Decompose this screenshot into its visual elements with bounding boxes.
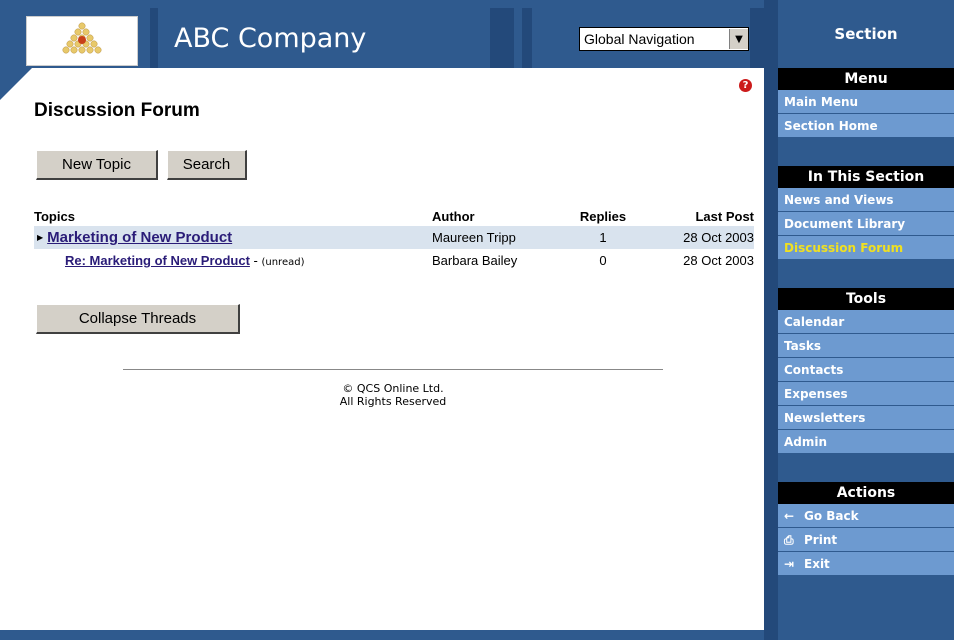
sidebar-heading-in-this-section: In This Section bbox=[778, 166, 954, 188]
reply-link[interactable]: Re: Marketing of New Product bbox=[65, 253, 250, 268]
sidebar-item-section-home[interactable]: Section Home bbox=[778, 114, 954, 138]
sidebar-item-admin[interactable]: Admin bbox=[778, 430, 954, 454]
sidebar-item-newsletters[interactable]: Newsletters bbox=[778, 406, 954, 430]
table-row: ▶ Marketing of New Product Maureen Tripp … bbox=[34, 226, 754, 249]
sidebar-item-news-and-views[interactable]: News and Views bbox=[778, 188, 954, 212]
header-stripe bbox=[750, 8, 764, 68]
honeycomb-logo-icon bbox=[62, 22, 102, 54]
column-header-last-post: Last Post bbox=[695, 208, 754, 224]
column-header-author: Author bbox=[432, 208, 475, 224]
exit-label: Exit bbox=[804, 557, 830, 571]
company-logo[interactable] bbox=[26, 16, 138, 66]
search-button[interactable]: Search bbox=[167, 150, 247, 180]
sidebar-heading-tools: Tools bbox=[778, 288, 954, 310]
rights-line: All Rights Reserved bbox=[339, 395, 447, 408]
header-stripe bbox=[150, 8, 158, 68]
print-label: Print bbox=[804, 533, 838, 547]
global-navigation-value: Global Navigation bbox=[584, 31, 695, 47]
sidebar-item-calendar[interactable]: Calendar bbox=[778, 310, 954, 334]
company-title: ABC Company bbox=[174, 23, 367, 54]
sidebar-item-main-menu[interactable]: Main Menu bbox=[778, 90, 954, 114]
column-header-replies: Replies bbox=[579, 208, 627, 224]
header-stripe bbox=[522, 8, 532, 68]
topic-last-post: 28 Oct 2003 bbox=[644, 226, 754, 249]
header-stripe bbox=[490, 8, 514, 68]
chevron-down-icon[interactable]: ▼ bbox=[729, 29, 748, 49]
unread-label: (unread) bbox=[261, 257, 305, 268]
page-title: Discussion Forum bbox=[34, 100, 200, 121]
sidebar-section-title: Section bbox=[834, 25, 898, 43]
sidebar-item-go-back[interactable]: ← Go Back bbox=[778, 504, 954, 528]
expand-triangle-icon[interactable]: ▶ bbox=[37, 233, 43, 242]
sidebar: Section Menu Main Menu Section Home In T… bbox=[778, 0, 954, 640]
collapse-threads-button[interactable]: Collapse Threads bbox=[36, 304, 240, 334]
table-header: Topics Author Replies Last Post bbox=[34, 208, 754, 226]
sidebar-item-exit[interactable]: ⇥ Exit bbox=[778, 552, 954, 576]
printer-icon: ⎙ bbox=[784, 533, 794, 547]
sidebar-heading-menu: Menu bbox=[778, 68, 954, 90]
column-header-topics: Topics bbox=[34, 208, 75, 224]
go-back-label: Go Back bbox=[804, 509, 859, 523]
sidebar-item-document-library[interactable]: Document Library bbox=[778, 212, 954, 236]
divider bbox=[123, 369, 663, 370]
exit-door-icon: ⇥ bbox=[784, 557, 795, 571]
topics-table: Topics Author Replies Last Post ▶ Marketi… bbox=[34, 208, 754, 272]
corner-decoration bbox=[0, 68, 32, 100]
topic-link[interactable]: Marketing of New Product bbox=[47, 229, 232, 246]
header: ABC Company Global Navigation ▼ bbox=[0, 0, 778, 76]
reply-replies: 0 bbox=[599, 253, 607, 268]
global-navigation-select[interactable]: Global Navigation ▼ bbox=[579, 27, 749, 51]
copyright: © QCS Online Ltd. All Rights Reserved bbox=[123, 382, 663, 408]
topic-author: Maureen Tripp bbox=[432, 226, 562, 249]
sidebar-item-discussion-forum[interactable]: Discussion Forum bbox=[778, 236, 954, 260]
reply-author: Barbara Bailey bbox=[432, 253, 518, 268]
arrow-left-icon: ← bbox=[784, 509, 795, 523]
reply-last-post: 28 Oct 2003 bbox=[683, 253, 754, 268]
divider bbox=[764, 0, 778, 640]
footer-bar bbox=[0, 630, 764, 640]
topic-replies: 1 bbox=[562, 226, 644, 249]
sidebar-item-print[interactable]: ⎙ Print bbox=[778, 528, 954, 552]
copyright-line: © QCS Online Ltd. bbox=[342, 382, 444, 395]
help-icon[interactable]: ? bbox=[739, 79, 752, 92]
sidebar-item-contacts[interactable]: Contacts bbox=[778, 358, 954, 382]
sidebar-heading-actions: Actions bbox=[778, 482, 954, 504]
sidebar-item-expenses[interactable]: Expenses bbox=[778, 382, 954, 406]
table-row: Re: Marketing of New Product - (unread) … bbox=[34, 249, 754, 272]
new-topic-button[interactable]: New Topic bbox=[36, 150, 158, 180]
sidebar-item-tasks[interactable]: Tasks bbox=[778, 334, 954, 358]
